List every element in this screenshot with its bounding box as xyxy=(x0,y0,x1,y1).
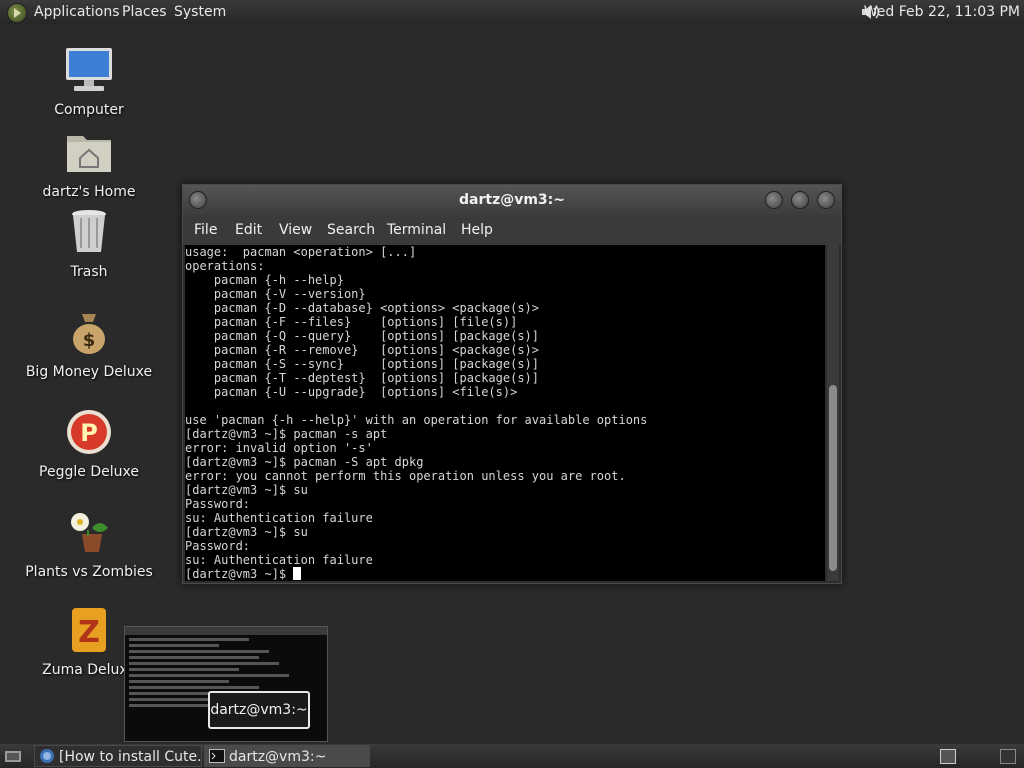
desktop-icon-computer[interactable]: Computer xyxy=(24,46,154,118)
terminal-line: su: Authentication failure xyxy=(185,511,373,525)
desktop-icon-pvz[interactable]: Plants vs Zombies xyxy=(24,508,154,580)
terminal-line: pacman {-T --deptest} [options] [package… xyxy=(185,371,540,385)
terminal-line: pacman {-U --upgrade} [options] <file(s)… xyxy=(185,385,518,399)
maximize-icon[interactable] xyxy=(791,191,809,209)
menu-places[interactable]: Places xyxy=(122,4,167,20)
show-desktop-icon[interactable] xyxy=(4,747,22,765)
text-cursor xyxy=(293,567,302,580)
terminal-line: pacman {-Q --query} [options] [package(s… xyxy=(185,329,540,343)
trash-icon xyxy=(72,210,106,252)
workspace-2[interactable] xyxy=(1000,749,1016,764)
menu-applications[interactable]: Applications xyxy=(34,4,120,20)
desktop-icon-trash[interactable]: Trash xyxy=(24,208,154,280)
terminal-line: usage: pacman <operation> [...] xyxy=(185,245,417,259)
terminal-line: error: invalid option '-s' xyxy=(185,441,373,455)
terminal-line: Password: xyxy=(185,497,251,511)
desktop-icon-label: Trash xyxy=(70,264,108,280)
terminal-line: Password: xyxy=(185,539,251,553)
minimize-icon[interactable] xyxy=(765,191,783,209)
terminal-line: error: you cannot perform this operation… xyxy=(185,469,626,483)
taskbar-item-label: [How to install Cute... xyxy=(59,749,202,765)
menu-view[interactable]: View xyxy=(279,222,312,238)
terminal-menubar: File Edit View Search Terminal Help xyxy=(183,215,841,245)
bottom-panel: [How to install Cute... dartz@vm3:~ xyxy=(0,744,1024,768)
scrollbar[interactable] xyxy=(827,245,839,581)
taskbar-item-label: dartz@vm3:~ xyxy=(229,749,327,765)
terminal-line: pacman {-D --database} <options> <packag… xyxy=(185,301,540,315)
terminal-line: [dartz@vm3 ~]$ su xyxy=(185,525,308,539)
browser-icon xyxy=(40,749,54,763)
window-tooltip: dartz@vm3:~ xyxy=(208,691,310,729)
terminal-line: pacman {-R --remove} [options] <package(… xyxy=(185,343,540,357)
desktop-icon-label: Plants vs Zombies xyxy=(25,564,153,580)
applications-icon[interactable] xyxy=(7,3,27,23)
menu-edit[interactable]: Edit xyxy=(235,222,262,238)
desktop-icon-peggle[interactable]: P Peggle Deluxe xyxy=(24,408,154,480)
zuma-icon: Z xyxy=(72,608,106,652)
terminal-line: [dartz@vm3 ~]$ su xyxy=(185,483,308,497)
desktop-icon-big-money[interactable]: $ Big Money Deluxe xyxy=(24,308,154,380)
terminal-line: use 'pacman {-h --help}' with an operati… xyxy=(185,413,648,427)
money-bag-icon: $ xyxy=(73,314,105,354)
computer-icon xyxy=(66,48,112,91)
terminal-line: pacman {-h --help} xyxy=(185,273,344,287)
terminal-line: pacman {-S --sync} [options] [package(s)… xyxy=(185,357,540,371)
window-menu-icon[interactable] xyxy=(189,191,207,209)
terminal-line: pacman {-V --version} xyxy=(185,287,366,301)
terminal-icon xyxy=(209,749,225,763)
svg-text:$: $ xyxy=(83,330,96,351)
home-folder-icon xyxy=(67,136,111,172)
desktop-icon-label: Big Money Deluxe xyxy=(25,364,153,380)
svg-text:P: P xyxy=(80,419,98,447)
terminal-prompt-line[interactable]: [dartz@vm3 ~]$ xyxy=(185,567,825,581)
terminal-output[interactable]: usage: pacman <operation> [...] operatio… xyxy=(185,245,825,581)
desktop-icon-label: Peggle Deluxe xyxy=(39,464,139,480)
desktop-icon-label: dartz's Home xyxy=(42,184,136,200)
terminal-window: dartz@vm3:~ File Edit View Search Termin… xyxy=(182,184,842,584)
peggle-icon: P xyxy=(67,410,111,454)
terminal-line: [dartz@vm3 ~]$ pacman -S apt dpkg xyxy=(185,455,424,469)
terminal-prompt: [dartz@vm3 ~]$ xyxy=(185,567,294,581)
window-title: dartz@vm3:~ xyxy=(459,192,565,208)
taskbar-item-browser[interactable]: [How to install Cute... xyxy=(34,745,202,767)
desktop-icon-home[interactable]: dartz's Home xyxy=(24,128,154,200)
top-panel: Applications Places System Wed Feb 22, 1… xyxy=(0,0,1024,24)
plants-vs-zombies-icon xyxy=(71,513,108,552)
workspace-1[interactable] xyxy=(940,749,956,764)
taskbar-item-terminal[interactable]: dartz@vm3:~ xyxy=(204,745,370,767)
terminal-line: su: Authentication failure xyxy=(185,553,373,567)
terminal-line: operations: xyxy=(185,259,265,273)
terminal-line: [dartz@vm3 ~]$ pacman -s apt xyxy=(185,427,388,441)
menu-search[interactable]: Search xyxy=(327,222,375,238)
scrollbar-thumb[interactable] xyxy=(829,385,837,571)
menu-file[interactable]: File xyxy=(194,222,217,238)
desktop-icon-label: Computer xyxy=(54,102,124,118)
menu-help[interactable]: Help xyxy=(461,222,493,238)
menu-system[interactable]: System xyxy=(174,4,226,20)
close-icon[interactable] xyxy=(817,191,835,209)
menu-terminal[interactable]: Terminal xyxy=(387,222,446,238)
terminal-line: pacman {-F --files} [options] [file(s)] xyxy=(185,315,518,329)
svg-text:Z: Z xyxy=(78,615,100,650)
clock[interactable]: Wed Feb 22, 11:03 PM xyxy=(864,4,1020,20)
window-titlebar[interactable]: dartz@vm3:~ xyxy=(183,185,841,215)
